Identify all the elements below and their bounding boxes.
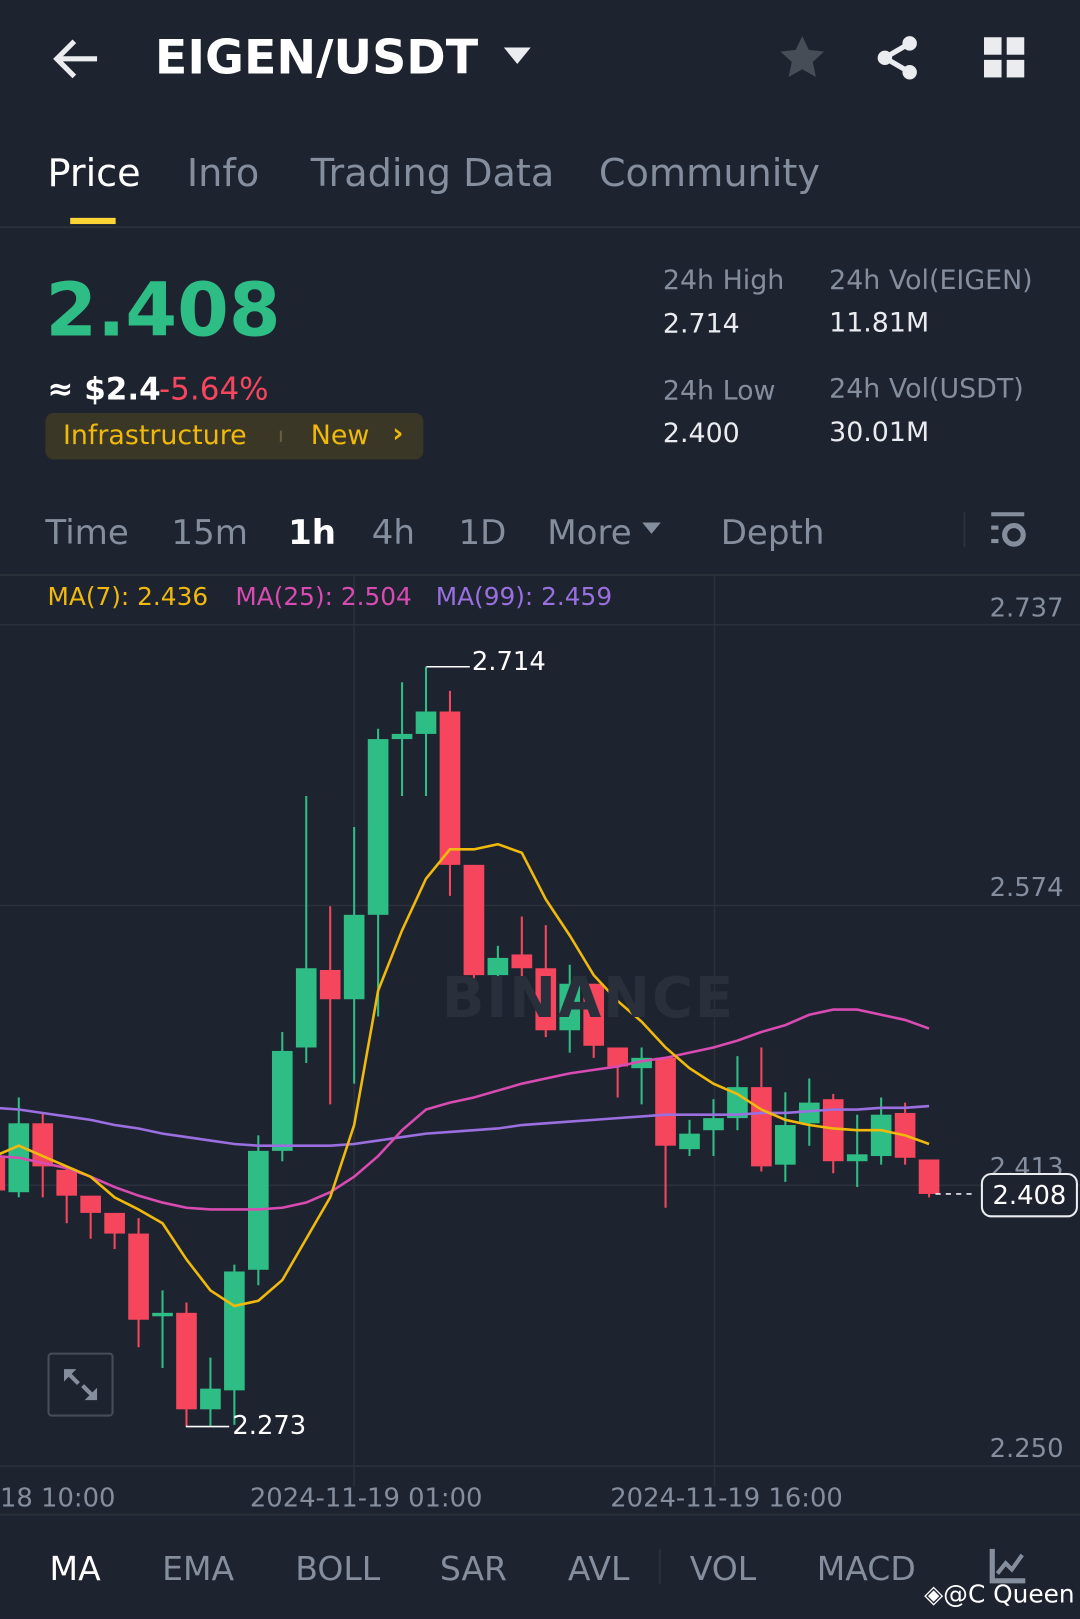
candle-body [0,1156,6,1191]
candle-body [679,1133,700,1150]
candlestick-chart[interactable] [0,0,1080,1518]
candle-body [80,1195,101,1213]
indicator-vol[interactable]: VOL [690,1549,756,1588]
candle-body [463,864,485,976]
ma25-line [0,1008,930,1211]
y-tick: 2.737 [989,592,1064,623]
binance-logo-icon: ◈ [924,1579,944,1609]
candle-body [271,1050,293,1151]
candle-body [152,1312,173,1317]
candle-body [295,968,317,1048]
candle-body [128,1233,149,1320]
y-tick: 2.574 [989,872,1064,903]
divider [658,1548,661,1584]
x-tick: 2024-11-19 01:00 [249,1482,483,1513]
candle-body [391,733,413,740]
ma99-legend: MA(99): 2.459 [435,582,613,612]
indicator-boll[interactable]: BOLL [295,1549,380,1588]
high-marker-label: 2.714 [471,646,546,677]
x-tick: 2024-11-19 16:00 [610,1482,843,1513]
candle-body [655,1057,676,1146]
fullscreen-button[interactable] [47,1352,114,1417]
candle-body [319,969,341,1000]
indicator-avl[interactable]: AVL [568,1549,629,1588]
candle-body [343,914,365,1000]
candle-body [775,1125,796,1165]
candle-body [703,1118,724,1131]
y-tick: 2.250 [989,1433,1064,1464]
x-tick: 18 10:00 [0,1482,116,1513]
candle-body [104,1212,125,1234]
indicator-ma[interactable]: MA [50,1549,101,1588]
indicator-macd[interactable]: MACD [817,1549,916,1588]
ma25-legend: MA(25): 2.504 [235,582,412,612]
candle-body [367,739,389,915]
candle-body [200,1388,221,1410]
candle-body [870,1114,892,1157]
candle-body [224,1271,245,1391]
candle-body [56,1169,78,1196]
low-marker-label: 2.273 [232,1410,307,1441]
candle-body [176,1312,197,1410]
indicator-settings-icon[interactable] [989,1548,1026,1584]
credit-text: @C Queen [943,1579,1075,1609]
candle-body [846,1154,868,1162]
divider [0,1513,1080,1516]
credit-watermark: ◈@C Queen [924,1580,1074,1609]
indicator-sar[interactable]: SAR [440,1549,507,1588]
indicator-ema[interactable]: EMA [162,1549,234,1588]
candle-body [439,711,461,865]
candle-body [415,711,437,734]
ma7-legend: MA(7): 2.436 [47,582,209,612]
candle-body [751,1087,772,1167]
candle-body [918,1159,940,1194]
expand-icon [64,1369,98,1401]
watermark: BINANCE [441,965,736,1031]
last-price-label: 2.408 [980,1172,1078,1218]
